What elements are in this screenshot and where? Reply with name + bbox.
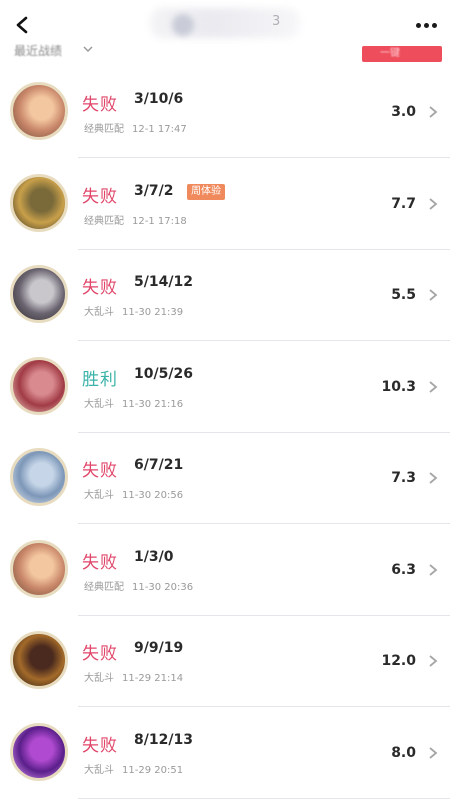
game-mode: 经典匹配 [84,124,124,135]
kda-text: 3/7/2 [134,182,174,199]
match-result: 失败 [82,644,118,664]
match-time: 12-1 17:47 [132,124,187,135]
status-badge: 周体验 [187,183,225,200]
chevron-right-icon [429,289,438,301]
match-time: 11-29 20:51 [122,764,184,776]
match-history-screen: 3 最近战绩 一键 失败 3/10/6 经典匹配 12-1 17:47 3.0 失败 3/7… [0,0,450,800]
game-mode: 大乱斗 [84,307,114,318]
kda-text: 1/3/0 [134,548,174,565]
match-row[interactable]: 失败 6/7/21 大乱斗 11-30 20:56 7.3 [0,432,450,524]
game-mode: 经典匹配 [84,581,124,593]
match-score: 7.3 [391,470,416,486]
filter-dropdown[interactable]: 最近战绩 [14,42,62,59]
game-mode: 大乱斗 [84,673,114,684]
champion-portrait-silverhair-icon [10,448,68,506]
kda-text: 6/7/21 [134,457,184,473]
match-row[interactable]: 失败 8/12/13 大乱斗 11-29 20:51 8.0 [0,707,450,799]
chevron-right-icon [429,472,438,484]
champion-portrait-masked-icon [10,265,68,323]
match-time: 11-29 21:14 [122,673,184,684]
match-result: 失败 [82,552,118,573]
match-row[interactable]: 失败 1/3/0 经典匹配 11-30 20:36 6.3 [0,524,450,616]
champion-portrait-redhair-icon [10,356,68,415]
champion-portrait-armored-icon [10,173,68,232]
match-meta: 经典匹配 12-1 17:47 [84,120,187,135]
match-score: 7.7 [391,195,416,212]
profile-avatar-blurred [172,14,194,36]
kda-text: 10/5/26 [134,365,193,382]
chevron-right-icon [429,563,438,576]
filter-row: 最近战绩 一键 [0,40,450,64]
match-row[interactable]: 胜利 10/5/26 大乱斗 11-30 21:16 10.3 [0,341,450,433]
more-options-button[interactable] [408,12,444,38]
match-score: 10.3 [381,378,416,395]
champion-portrait-blonde-icon [10,82,68,140]
chevron-right-icon [429,746,438,759]
match-result: 失败 [82,95,118,115]
row-divider [78,797,450,799]
match-time: 11-30 20:36 [132,581,194,593]
match-row[interactable]: 失败 9/9/19 大乱斗 11-29 21:14 12.0 [0,615,450,707]
kda-text: 3/10/6 [134,91,184,107]
back-button[interactable] [8,10,38,40]
match-time: 12-1 17:18 [132,215,187,227]
match-meta: 大乱斗 11-29 20:51 [84,761,183,776]
game-mode: 大乱斗 [84,764,114,776]
match-time: 11-30 21:39 [122,307,184,318]
filter-tab-label: 一键 [380,48,400,59]
match-meta: 经典匹配 12-1 17:18 [84,212,187,227]
match-score: 12.0 [381,653,416,669]
more-dots-icon [415,22,421,28]
back-arrow-icon [16,16,28,34]
chevron-right-icon [429,655,438,667]
game-mode: 大乱斗 [84,490,114,501]
page-title-fragment: 3 [272,14,281,29]
match-result: 失败 [82,186,118,207]
match-score: 3.0 [391,104,416,120]
match-meta: 大乱斗 11-30 21:39 [84,303,183,318]
match-score: 8.0 [391,744,416,761]
chevron-right-icon [429,380,438,393]
champion-portrait-blonde-icon [10,539,68,598]
match-row[interactable]: 失败 3/7/2 周体验经典匹配 12-1 17:18 7.7 [0,158,450,250]
match-result: 失败 [82,278,118,298]
kda-text: 9/9/19 [134,640,184,656]
filter-tab-button[interactable]: 一键 [362,46,442,62]
match-row[interactable]: 失败 3/10/6 经典匹配 12-1 17:47 3.0 [0,66,450,158]
game-mode: 经典匹配 [84,215,124,227]
match-meta: 大乱斗 11-30 21:16 [84,395,183,410]
game-mode: 大乱斗 [84,398,114,410]
chevron-down-icon[interactable] [82,43,94,55]
champion-portrait-void-icon [10,722,68,781]
match-score: 5.5 [391,287,416,303]
kda-text: 5/14/12 [134,274,193,290]
match-meta: 经典匹配 11-30 20:36 [84,578,193,593]
chevron-right-icon [429,197,438,210]
match-time: 11-30 20:56 [122,490,184,501]
match-result: 失败 [82,735,118,756]
match-meta: 大乱斗 11-29 21:14 [84,669,183,684]
match-result: 失败 [82,461,118,481]
match-meta: 大乱斗 11-30 20:56 [84,486,183,501]
match-result: 胜利 [82,369,118,390]
match-time: 11-30 21:16 [122,398,184,410]
champion-portrait-dark-icon [10,631,68,689]
kda-text: 8/12/13 [134,731,193,748]
match-row[interactable]: 失败 5/14/12 大乱斗 11-30 21:39 5.5 [0,249,450,341]
chevron-right-icon [429,106,438,118]
match-score: 6.3 [391,561,416,578]
